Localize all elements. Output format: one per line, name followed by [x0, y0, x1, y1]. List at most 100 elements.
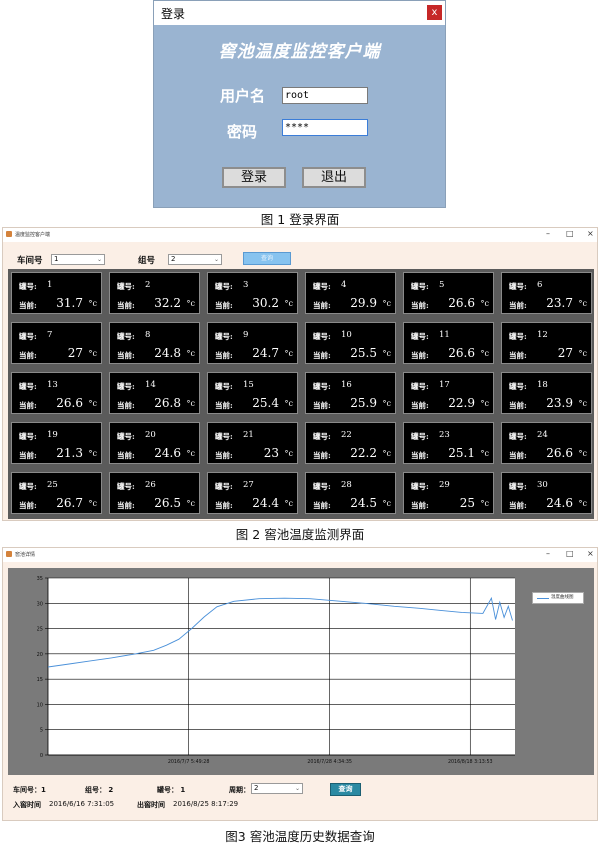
maximize-button[interactable]: □ [566, 549, 574, 558]
legend-label: 温度曲线图 [551, 595, 574, 600]
tank-card: 罐号: 2 当前: 32.2 °c [109, 272, 200, 314]
query-button[interactable]: 查询 [330, 783, 361, 796]
monitor-titlebar: 温度监控客户端 – □ × [3, 228, 597, 242]
chevron-down-icon: ⌄ [96, 256, 102, 263]
tank-id-label: 罐号: [411, 332, 429, 341]
x-tick-label: 2016/7/28 4:34:35 [307, 759, 352, 765]
current-temp-label: 当前: [19, 351, 37, 360]
out-time-value: 2016/8/25 8:17:29 [173, 800, 239, 808]
tank-text: 罐号： 1 [157, 786, 186, 794]
tank-id-label: 罐号: [509, 382, 527, 391]
current-temp-value: 25.9 [350, 396, 377, 410]
login-window: 登录 x 窖池温度监控客户端 用户名 root 密码 **** 登录 退出 [153, 0, 446, 208]
minimize-button[interactable]: – [546, 549, 550, 558]
current-temp-label: 当前: [411, 301, 429, 310]
current-temp-label: 当前: [19, 501, 37, 510]
tank-id-label: 罐号: [509, 482, 527, 491]
workshop-text: 车间号：1 [13, 786, 46, 794]
period-select[interactable]: 2 ⌄ [251, 783, 303, 794]
tank-id-label: 罐号: [313, 332, 331, 341]
tank-card: 罐号: 18 当前: 23.9 °c [501, 372, 592, 414]
app-icon [6, 231, 12, 237]
current-temp-label: 当前: [215, 451, 233, 460]
tank-id-label: 罐号: [411, 382, 429, 391]
temp-unit: °c [578, 299, 587, 308]
tank-id-value: 25 [47, 480, 58, 490]
in-time-label: 入窖时间 [13, 801, 41, 809]
tank-card: 罐号: 24 当前: 26.6 °c [501, 422, 592, 464]
legend-swatch [537, 598, 549, 599]
tank-id-value: 24 [537, 430, 548, 440]
temp-unit: °c [480, 499, 489, 508]
tank-card: 罐号: 1 当前: 31.7 °c [11, 272, 102, 314]
temp-unit: °c [578, 349, 587, 358]
tank-id-label: 罐号: [19, 282, 37, 291]
close-button[interactable]: × [587, 549, 594, 558]
exit-button[interactable]: 退出 [302, 167, 366, 188]
current-temp-label: 当前: [313, 351, 331, 360]
tank-card: 罐号: 12 当前: 27 °c [501, 322, 592, 364]
minimize-button[interactable]: – [546, 229, 550, 238]
current-temp-value: 23.7 [546, 296, 573, 310]
tank-id-value: 4 [341, 280, 347, 290]
tank-card: 罐号: 11 当前: 26.6 °c [403, 322, 494, 364]
workshop-select[interactable]: 1 ⌄ [51, 254, 105, 265]
current-temp-label: 当前: [215, 401, 233, 410]
current-temp-label: 当前: [117, 351, 135, 360]
query-button[interactable]: 查询 [243, 252, 291, 265]
tank-card: 罐号: 13 当前: 26.6 °c [11, 372, 102, 414]
workshop-select-value: 1 [54, 255, 59, 263]
tank-id-value: 20 [145, 430, 156, 440]
temp-unit: °c [480, 449, 489, 458]
tank-card: 罐号: 4 当前: 29.9 °c [305, 272, 396, 314]
login-button[interactable]: 登录 [222, 167, 286, 188]
temp-unit: °c [186, 499, 195, 508]
plot-area [48, 578, 515, 755]
temp-unit: °c [284, 399, 293, 408]
current-temp-value: 25.5 [350, 346, 377, 360]
tank-id-label: 罐号: [117, 432, 135, 441]
tank-card: 罐号: 30 当前: 24.6 °c [501, 472, 592, 514]
current-temp-label: 当前: [117, 301, 135, 310]
tank-id-value: 22 [341, 430, 352, 440]
current-temp-value: 24.7 [252, 346, 279, 360]
tank-card: 罐号: 28 当前: 24.5 °c [305, 472, 396, 514]
history-window-title: 窖池详情 [15, 552, 36, 558]
tank-id-value: 9 [243, 330, 249, 340]
current-temp-label: 当前: [411, 501, 429, 510]
username-field[interactable]: root [282, 87, 368, 104]
group-select[interactable]: 2 ⌄ [168, 254, 222, 265]
temp-unit: °c [186, 299, 195, 308]
temp-unit: °c [284, 299, 293, 308]
tank-id-value: 7 [47, 330, 53, 340]
app-icon [6, 551, 12, 557]
current-temp-value: 24.6 [546, 496, 573, 510]
current-temp-label: 当前: [411, 451, 429, 460]
y-tick-label: 30 [37, 601, 43, 607]
tank-id-value: 26 [145, 480, 156, 490]
tank-id-label: 罐号: [313, 432, 331, 441]
current-temp-value: 22.2 [350, 446, 377, 460]
tank-id-label: 罐号: [117, 282, 135, 291]
current-temp-label: 当前: [215, 351, 233, 360]
password-field[interactable]: **** [282, 119, 368, 136]
maximize-button[interactable]: □ [566, 229, 574, 238]
tank-card: 罐号: 16 当前: 25.9 °c [305, 372, 396, 414]
current-temp-value: 27 [67, 346, 83, 360]
tank-card: 罐号: 3 当前: 30.2 °c [207, 272, 298, 314]
close-button[interactable]: × [587, 229, 594, 238]
current-temp-value: 26.6 [546, 446, 573, 460]
close-button[interactable]: x [427, 5, 442, 20]
temp-unit: °c [186, 349, 195, 358]
current-temp-value: 26.6 [448, 346, 475, 360]
username-label: 用户名 [220, 87, 266, 105]
tank-id-value: 15 [243, 380, 254, 390]
tank-id-value: 6 [537, 280, 543, 290]
temp-unit: °c [480, 399, 489, 408]
current-temp-value: 23 [263, 446, 279, 460]
group-label: 组号 [138, 256, 156, 266]
current-temp-value: 25.1 [448, 446, 475, 460]
tank-id-label: 罐号: [19, 382, 37, 391]
tank-card: 罐号: 27 当前: 24.4 °c [207, 472, 298, 514]
tank-card: 罐号: 9 当前: 24.7 °c [207, 322, 298, 364]
